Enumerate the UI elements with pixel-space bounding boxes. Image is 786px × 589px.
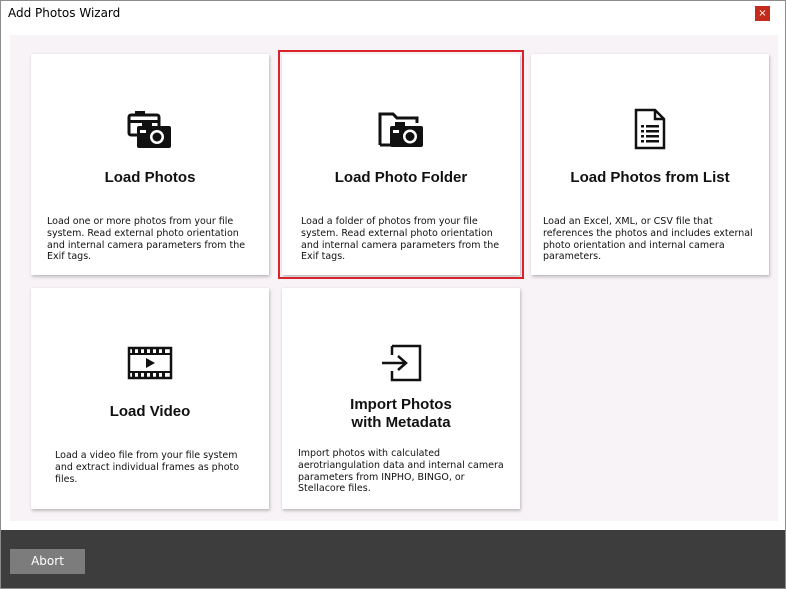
card-description: Load an Excel, XML, or CSV file that ref… (543, 216, 753, 263)
card-title-line-2: with Metadata (351, 414, 451, 431)
title-bar: Add Photos Wizard × (1, 1, 785, 25)
card-title-line-1: Import Photos (350, 396, 452, 413)
footer-bar: Abort (1, 530, 785, 588)
wizard-content: Load Photos Load one or more photos from… (1, 25, 785, 530)
document-list-icon (531, 108, 769, 150)
card-description: Import photos with calculated aerotriang… (298, 448, 504, 495)
close-button[interactable]: × (755, 6, 770, 21)
card-description: Load a folder of photos from your file s… (301, 216, 500, 263)
add-photos-wizard-window: Add Photos Wizard × Load Photos Load one… (0, 0, 786, 589)
card-title: Load Photos (104, 169, 196, 186)
card-title: Load Photos from List (570, 169, 730, 186)
photos-camera-icon (31, 108, 269, 150)
abort-button[interactable]: Abort (10, 549, 85, 574)
card-title: Import Photos with Metadata (282, 396, 520, 432)
folder-camera-icon (282, 108, 520, 150)
import-arrow-icon (282, 342, 520, 384)
card-title: Load Photo Folder (334, 169, 468, 186)
import-photos-with-metadata-card[interactable]: Import Photos with Metadata Import photo… (282, 288, 520, 509)
options-panel: Load Photos Load one or more photos from… (10, 35, 778, 521)
load-photos-from-list-card[interactable]: Load Photos from List Load an Excel, XML… (531, 54, 769, 275)
video-frame-icon (31, 342, 269, 384)
card-description: Load one or more photos from your file s… (47, 216, 246, 263)
load-video-card[interactable]: Load Video Load a video file from your f… (31, 288, 269, 509)
load-photos-card[interactable]: Load Photos Load one or more photos from… (31, 54, 269, 275)
window-title: Add Photos Wizard (8, 6, 121, 20)
load-photo-folder-card[interactable]: Load Photo Folder Load a folder of photo… (278, 50, 524, 279)
card-description: Load a video file from your file system … (55, 450, 240, 485)
card-title: Load Video (109, 403, 191, 420)
